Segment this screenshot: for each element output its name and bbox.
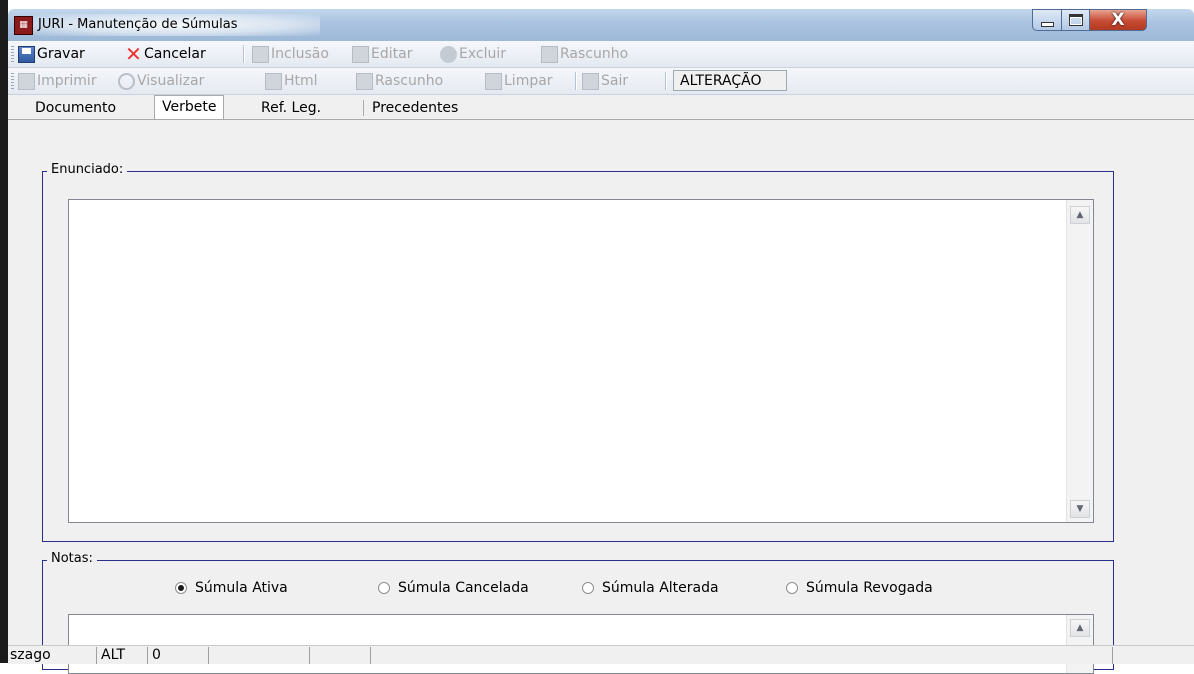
gravar-button[interactable]: Gravar: [18, 41, 85, 67]
status-mode: ALT: [96, 647, 147, 664]
notas-label: Notas:: [47, 551, 97, 566]
scroll-up-icon[interactable]: ▲: [1070, 619, 1090, 637]
radio-sumula-cancelada[interactable]: Súmula Cancelada: [378, 580, 529, 596]
radio-label: Súmula Ativa: [195, 580, 288, 596]
enunciado-label: Enunciado:: [47, 162, 128, 177]
limpar-label: Limpar: [504, 73, 553, 89]
imprimir-button[interactable]: Imprimir: [18, 68, 97, 94]
inclusao-label: Inclusão: [271, 46, 329, 62]
radio-sumula-ativa[interactable]: Súmula Ativa: [175, 580, 288, 596]
window-title: JURI - Manutenção de Súmulas: [38, 17, 238, 32]
maximize-button[interactable]: [1061, 9, 1090, 31]
radio-label: Súmula Revogada: [806, 580, 933, 596]
scroll-down-icon[interactable]: ▼: [1070, 500, 1090, 518]
title-bar[interactable]: ▦ JURI - Manutenção de Súmulas X: [8, 9, 1194, 41]
toolbar-grip[interactable]: [11, 73, 14, 89]
status-user: szago: [10, 647, 51, 663]
status-panel: [309, 647, 370, 664]
imprimir-label: Imprimir: [37, 73, 97, 89]
radio-label: Súmula Alterada: [602, 580, 719, 596]
enunciado-scrollbar[interactable]: ▲ ▼: [1066, 200, 1093, 522]
status-bar: szago ALT 0: [8, 645, 1194, 664]
rascunho2-label: Rascunho: [375, 73, 444, 89]
mode-indicator: ALTERAÇÃO: [673, 70, 787, 91]
sair-button[interactable]: Sair: [582, 68, 628, 94]
radio-sumula-revogada[interactable]: Súmula Revogada: [786, 580, 933, 596]
enunciado-group: Enunciado: ▲ ▼: [42, 162, 1114, 542]
toolbar-grip[interactable]: [11, 46, 14, 62]
status-panel: [370, 647, 1112, 664]
html-label: Html: [284, 73, 318, 89]
close-icon: X: [1111, 10, 1125, 30]
limpar-button[interactable]: Limpar: [485, 68, 553, 94]
client-area: Gravar ✕ Cancelar Inclusão Editar Exclui…: [8, 41, 1194, 674]
radio-selected-icon: [175, 582, 187, 594]
excluir-button[interactable]: Excluir: [440, 41, 506, 67]
radio-sumula-alterada[interactable]: Súmula Alterada: [582, 580, 719, 596]
window-left-edge: [0, 0, 8, 663]
visualizar-label: Visualizar: [137, 73, 205, 89]
rascunho-label: Rascunho: [560, 46, 629, 62]
edit-icon: [352, 45, 369, 63]
gravar-label: Gravar: [37, 46, 85, 62]
tab-ref-leg[interactable]: Ref. Leg.: [261, 98, 321, 119]
cancel-x-icon: ✕: [125, 41, 142, 66]
enunciado-textarea[interactable]: ▲ ▼: [68, 199, 1094, 523]
toolbar-separator: [665, 72, 667, 90]
radio-label: Súmula Cancelada: [398, 580, 529, 596]
close-button[interactable]: X: [1089, 9, 1147, 31]
tab-verbete[interactable]: Verbete: [154, 95, 225, 119]
notas-scrollbar[interactable]: ▲: [1066, 615, 1093, 673]
draft-icon: [356, 72, 373, 90]
status-count: 0: [147, 647, 208, 664]
cancelar-label: Cancelar: [144, 46, 206, 62]
new-document-icon: [252, 45, 269, 63]
output-toolbar: Imprimir Visualizar Html Rascunho Limpar…: [8, 68, 1194, 95]
draft-icon: [541, 45, 558, 63]
tab-separator: [363, 100, 364, 116]
tab-strip: Documento Verbete Ref. Leg. Precedentes: [8, 95, 1194, 120]
radio-empty-icon: [582, 582, 594, 594]
save-icon: [18, 45, 35, 63]
minimize-button[interactable]: [1032, 9, 1062, 31]
app-calendar-icon[interactable]: ▦: [14, 16, 33, 35]
excluir-label: Excluir: [459, 46, 506, 62]
minimize-icon: [1040, 21, 1054, 27]
tab-documento[interactable]: Documento: [35, 98, 116, 119]
editar-label: Editar: [371, 46, 413, 62]
visualizar-button[interactable]: Visualizar: [118, 68, 204, 94]
radio-empty-icon: [378, 582, 390, 594]
scroll-up-icon[interactable]: ▲: [1070, 206, 1090, 224]
toolbar-separator: [575, 72, 577, 90]
rascunho2-button[interactable]: Rascunho: [356, 68, 443, 94]
exit-icon: [582, 72, 599, 90]
magnifier-icon: [118, 72, 135, 90]
html-icon: [265, 72, 282, 90]
printer-icon: [18, 72, 35, 90]
notas-textarea[interactable]: ▲: [68, 614, 1094, 674]
html-button[interactable]: Html: [265, 68, 318, 94]
status-panel: [208, 647, 309, 664]
rascunho-button[interactable]: Rascunho: [541, 41, 628, 67]
status-panel: [1112, 647, 1194, 664]
delete-icon: [440, 45, 457, 63]
inclusao-button[interactable]: Inclusão: [252, 41, 329, 67]
maximize-icon: [1068, 14, 1083, 26]
cancelar-button[interactable]: ✕ Cancelar: [125, 41, 206, 67]
tab-precedentes[interactable]: Precedentes: [372, 98, 458, 119]
main-toolbar: Gravar ✕ Cancelar Inclusão Editar Exclui…: [8, 41, 1194, 68]
status-radio-group: Súmula Ativa Súmula Cancelada Súmula Alt…: [43, 580, 1113, 598]
toolbar-separator: [243, 45, 245, 63]
sair-label: Sair: [601, 73, 629, 89]
editar-button[interactable]: Editar: [352, 41, 412, 67]
clear-icon: [485, 72, 502, 90]
radio-empty-icon: [786, 582, 798, 594]
